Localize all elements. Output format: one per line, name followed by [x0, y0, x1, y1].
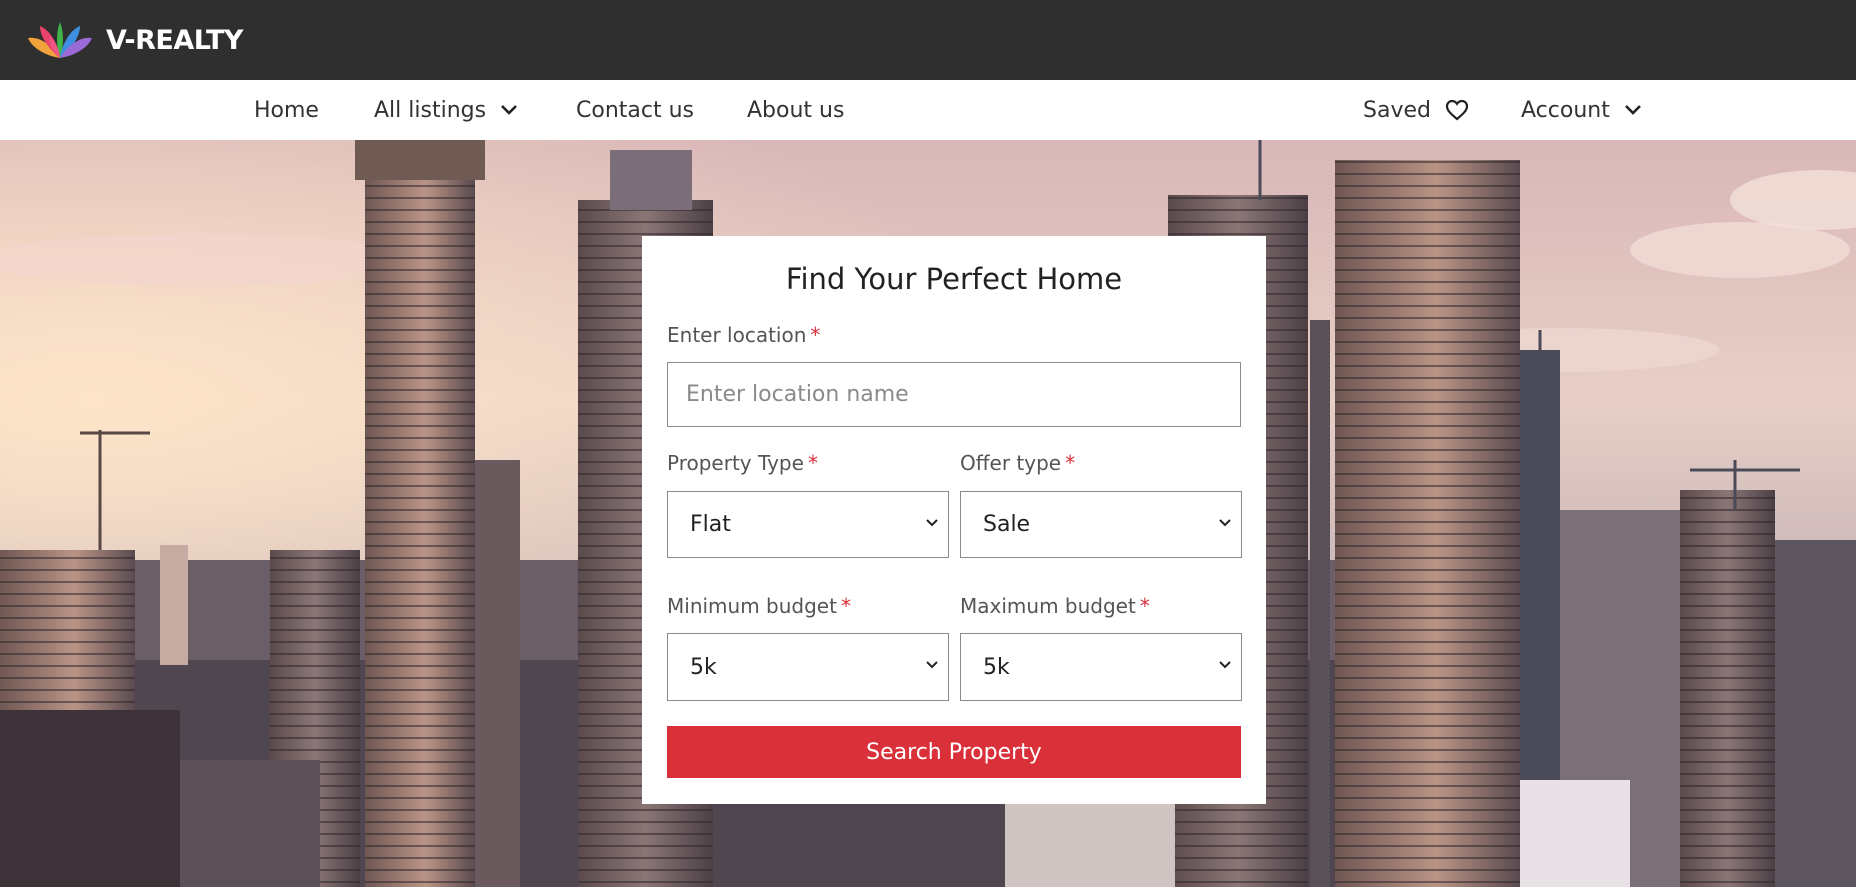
brand-logo-link[interactable]: V-REALTY: [28, 20, 243, 60]
nav-home-label: Home: [254, 97, 319, 123]
search-title: Find Your Perfect Home: [785, 262, 1123, 296]
required-mark: *: [1139, 594, 1150, 618]
required-mark: *: [1065, 451, 1076, 475]
chevron-down-icon: [501, 105, 517, 115]
required-mark: *: [810, 323, 821, 347]
brand-name: V-REALTY: [106, 24, 243, 56]
search-property-button[interactable]: Search Property: [667, 726, 1241, 778]
search-card: Find Your Perfect Home Enter location* P…: [642, 236, 1266, 804]
nav-all-listings[interactable]: All listings: [374, 80, 518, 140]
property-type-label-text: Property Type: [667, 451, 804, 475]
nav-all-listings-label: All listings: [374, 97, 487, 123]
min-budget-label-text: Minimum budget: [667, 594, 837, 618]
chevron-down-icon: [1624, 105, 1641, 115]
chevron-down-icon: [926, 661, 938, 669]
location-label: Enter location *: [667, 323, 820, 347]
property-type-value: Flat: [690, 512, 731, 537]
max-budget-label: Maximum budget *: [960, 594, 1150, 618]
offer-type-select[interactable]: Sale: [960, 491, 1242, 558]
max-budget-label-text: Maximum budget: [960, 594, 1136, 618]
offer-type-value: Sale: [983, 512, 1031, 537]
min-budget-value: 5k: [690, 654, 717, 680]
chevron-down-icon: [1219, 661, 1231, 669]
nav-saved[interactable]: Saved: [1363, 80, 1469, 140]
chevron-down-icon: [926, 519, 938, 527]
lotus-logo-icon: [28, 22, 92, 58]
chevron-down-icon: [1219, 519, 1231, 527]
offer-type-label: Offer type *: [960, 451, 1075, 475]
location-label-text: Enter location: [667, 323, 807, 347]
min-budget-select[interactable]: 5k: [667, 633, 949, 701]
nav-about-us[interactable]: About us: [747, 80, 844, 140]
property-type-label: Property Type *: [667, 451, 818, 475]
top-header: V-REALTY: [0, 0, 1856, 80]
nav-saved-label: Saved: [1363, 97, 1431, 123]
required-mark: *: [807, 451, 818, 475]
max-budget-value: 5k: [983, 654, 1010, 680]
nav-contact-us-label: Contact us: [576, 97, 694, 123]
min-budget-label: Minimum budget *: [667, 594, 851, 618]
heart-icon: [1445, 99, 1469, 121]
nav-about-us-label: About us: [747, 97, 845, 123]
max-budget-select[interactable]: 5k: [960, 633, 1242, 701]
required-mark: *: [840, 594, 851, 618]
nav-contact-us[interactable]: Contact us: [576, 80, 694, 140]
nav-account[interactable]: Account: [1521, 80, 1642, 140]
main-nav: Home All listings Contact us About us Sa…: [0, 80, 1856, 140]
offer-type-label-text: Offer type: [960, 451, 1062, 475]
nav-account-label: Account: [1521, 97, 1610, 123]
nav-home[interactable]: Home: [254, 80, 319, 140]
location-input[interactable]: [667, 362, 1241, 427]
property-type-select[interactable]: Flat: [667, 491, 949, 558]
